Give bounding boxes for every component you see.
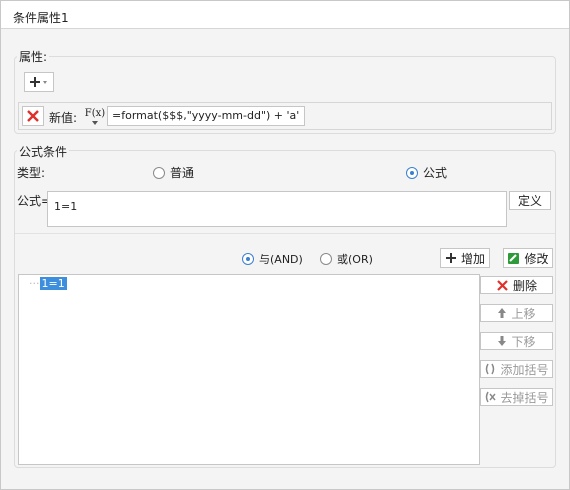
chevron-down-icon	[92, 121, 98, 125]
properties-legend: 属性:	[17, 48, 50, 65]
radio-off-icon	[153, 166, 165, 179]
remove-bracket-icon	[486, 391, 497, 403]
move-up-button[interactable]: 上移	[480, 304, 553, 322]
plus-icon	[445, 253, 456, 263]
type-normal-label: 普通	[170, 166, 195, 180]
remove-bracket-label: 去掉括号	[500, 390, 549, 405]
separator	[15, 233, 555, 234]
add-condition-button[interactable]: 增加	[440, 248, 490, 268]
remove-property-button[interactable]	[22, 106, 44, 126]
radio-on-icon	[242, 253, 254, 265]
type-formula-radio[interactable]: 公式	[406, 164, 447, 181]
logic-or-radio[interactable]: 或(OR)	[320, 251, 373, 267]
define-button[interactable]: 定义	[509, 191, 551, 210]
edit-green-icon	[508, 252, 520, 264]
title-bar: 条件属性1	[1, 1, 569, 29]
logic-and-label: 与(AND)	[259, 253, 303, 266]
new-value-input[interactable]: =format($$$,"yyyy-mm-dd") + 'a'	[107, 106, 305, 126]
modify-condition-button[interactable]: 修改	[503, 248, 553, 268]
new-value-label: 新值:	[49, 111, 78, 125]
bracket-icon	[486, 363, 495, 375]
add-bracket-button[interactable]: 添加括号	[480, 360, 553, 378]
logic-or-label: 或(OR)	[337, 253, 373, 266]
fx-formula-icon[interactable]: F(x)	[84, 105, 106, 127]
move-up-label: 上移	[511, 306, 536, 321]
radio-off-icon	[320, 253, 332, 265]
delete-button[interactable]: 删除	[480, 276, 553, 294]
formula-textarea[interactable]: 1=1	[47, 191, 507, 227]
type-label: 类型:	[17, 166, 46, 180]
add-property-button[interactable]	[24, 72, 54, 92]
add-button-label: 增加	[460, 251, 485, 266]
condition-tree[interactable]: ··· 1=1	[18, 274, 480, 465]
logic-and-radio[interactable]: 与(AND)	[242, 251, 303, 267]
window-title: 条件属性1	[13, 11, 69, 25]
type-formula-label: 公式	[423, 166, 448, 180]
tree-item-label: 1=1	[39, 277, 67, 290]
radio-on-icon	[406, 166, 418, 179]
move-down-button[interactable]: 下移	[480, 332, 553, 350]
plus-dropdown-icon	[30, 77, 47, 87]
type-normal-radio[interactable]: 普通	[153, 164, 194, 181]
arrow-up-icon	[498, 308, 507, 318]
add-bracket-label: 添加括号	[500, 362, 549, 377]
close-red-icon	[27, 110, 39, 122]
move-down-label: 下移	[511, 334, 536, 349]
remove-bracket-button[interactable]: 去掉括号	[480, 388, 553, 406]
arrow-down-icon	[498, 336, 507, 346]
fx-label: F(x)	[84, 108, 106, 119]
close-red-icon	[497, 279, 508, 291]
tree-connector: ···	[29, 277, 40, 290]
tree-item[interactable]: ··· 1=1	[29, 277, 67, 290]
modify-button-label: 修改	[524, 251, 549, 266]
delete-label: 删除	[512, 278, 537, 293]
formula-label: 公式=	[17, 194, 52, 208]
conditions-legend: 公式条件	[17, 143, 70, 160]
